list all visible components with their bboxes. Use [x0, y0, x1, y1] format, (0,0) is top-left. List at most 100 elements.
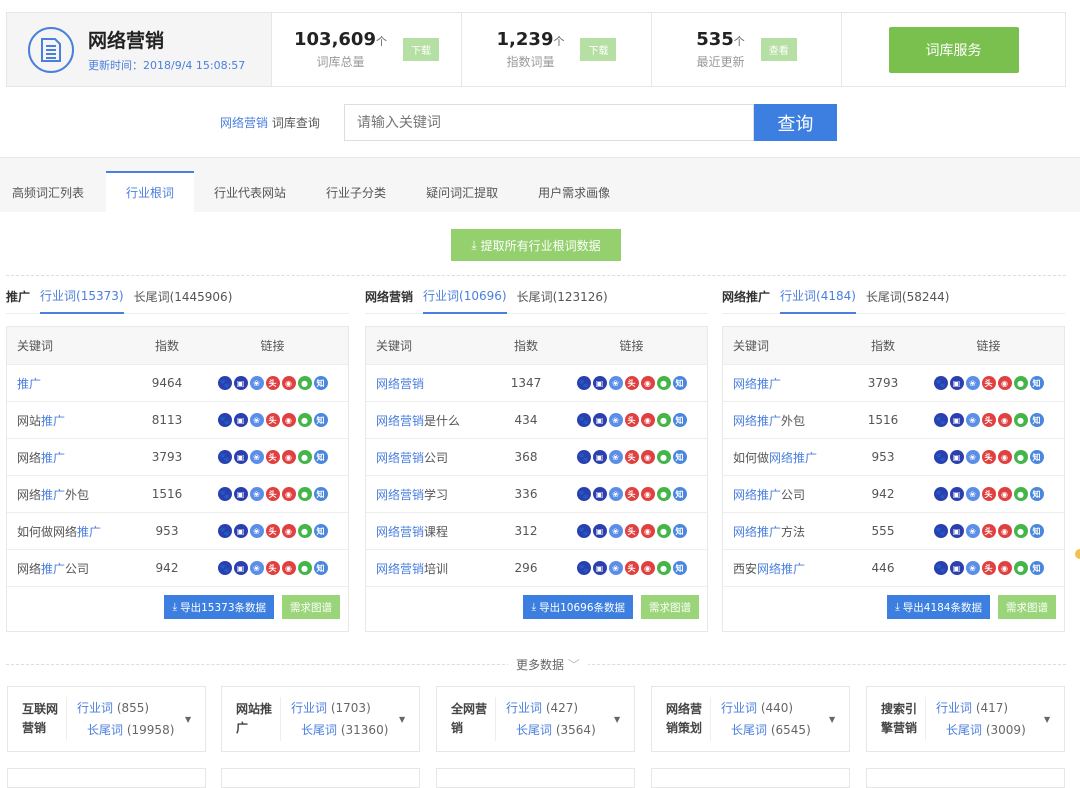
360-icon[interactable]: ❀ [608, 561, 623, 575]
wechat-icon[interactable]: ● [297, 561, 312, 575]
mobile-icon[interactable]: ▣ [592, 450, 607, 464]
baidu-icon[interactable]: 🐾 [217, 561, 232, 575]
card-longtail-link[interactable]: 长尾词 (3009) [936, 719, 1044, 741]
wechat-icon[interactable]: ● [297, 413, 312, 427]
toutiao-icon[interactable]: 头 [981, 524, 996, 538]
related-word-card[interactable]: 互联网营销 行业词 (855) 长尾词 (19958) ▼ [7, 686, 206, 752]
related-word-card[interactable]: 搜索引擎营销 行业词 (417) 长尾词 (3009) ▼ [866, 686, 1065, 752]
360-icon[interactable]: ❀ [608, 487, 623, 501]
related-word-card[interactable] [866, 768, 1065, 788]
keyword-link[interactable]: 网络营销学习 [366, 486, 496, 503]
extract-all-button[interactable]: ⤓ 提取所有行业根词数据 [451, 229, 621, 261]
zhihu-icon[interactable]: 知 [672, 524, 687, 538]
industry-words-tab[interactable]: 行业词(4184) [780, 280, 856, 314]
baidu-icon[interactable]: 🐾 [217, 524, 232, 538]
360-icon[interactable]: ❀ [965, 487, 980, 501]
export-button[interactable]: ⤓ 导出4184条数据 [887, 595, 990, 619]
baidu-icon[interactable]: 🐾 [933, 450, 948, 464]
baidu-icon[interactable]: 🐾 [933, 487, 948, 501]
toutiao-icon[interactable]: 头 [981, 487, 996, 501]
zhihu-icon[interactable]: 知 [313, 561, 328, 575]
toutiao-icon[interactable]: 头 [265, 561, 280, 575]
baidu-icon[interactable]: 🐾 [576, 561, 591, 575]
wechat-icon[interactable]: ● [656, 487, 671, 501]
weibo-icon[interactable]: ◉ [640, 524, 655, 538]
baidu-icon[interactable]: 🐾 [933, 413, 948, 427]
card-longtail-link[interactable]: 长尾词 (31360) [291, 719, 399, 741]
weibo-icon[interactable]: ◉ [997, 487, 1012, 501]
wechat-icon[interactable]: ● [656, 376, 671, 390]
zhihu-icon[interactable]: 知 [1029, 413, 1044, 427]
keyword-link[interactable]: 如何做网络推广 [7, 523, 137, 540]
related-word-card[interactable] [7, 768, 206, 788]
card-longtail-link[interactable]: 长尾词 (19958) [77, 719, 185, 741]
wechat-icon[interactable]: ● [1013, 376, 1028, 390]
download-button[interactable]: 下载 [402, 38, 439, 61]
related-word-card[interactable] [651, 768, 850, 788]
360-icon[interactable]: ❀ [249, 376, 264, 390]
mobile-icon[interactable]: ▣ [592, 524, 607, 538]
baidu-icon[interactable]: 🐾 [933, 524, 948, 538]
keyword-link[interactable]: 网络营销课程 [366, 523, 496, 540]
tab-user-persona[interactable]: 用户需求画像 [518, 172, 630, 212]
360-icon[interactable]: ❀ [965, 450, 980, 464]
zhihu-icon[interactable]: 知 [672, 487, 687, 501]
weibo-icon[interactable]: ◉ [997, 376, 1012, 390]
toutiao-icon[interactable]: 头 [981, 561, 996, 575]
keyword-link[interactable]: 网络推广方法 [723, 523, 853, 540]
keyword-link[interactable]: 推广 [7, 375, 137, 392]
keyword-link[interactable]: 网站推广 [7, 412, 137, 429]
360-icon[interactable]: ❀ [249, 524, 264, 538]
toutiao-icon[interactable]: 头 [265, 487, 280, 501]
360-icon[interactable]: ❀ [608, 524, 623, 538]
weibo-icon[interactable]: ◉ [640, 487, 655, 501]
demand-map-button[interactable]: 需求图谱 [282, 595, 340, 619]
weibo-icon[interactable]: ◉ [281, 524, 296, 538]
card-industry-link[interactable]: 行业词 (855) [77, 697, 185, 719]
wechat-icon[interactable]: ● [1013, 413, 1028, 427]
mobile-icon[interactable]: ▣ [949, 450, 964, 464]
tab-high-frequency[interactable]: 高频词汇列表 [0, 172, 104, 212]
related-word-card[interactable] [221, 768, 420, 788]
card-longtail-link[interactable]: 长尾词 (6545) [721, 719, 829, 741]
toutiao-icon[interactable]: 头 [624, 524, 639, 538]
wechat-icon[interactable]: ● [656, 524, 671, 538]
wechat-icon[interactable]: ● [656, 450, 671, 464]
view-button[interactable]: 查看 [760, 38, 797, 61]
keyword-link[interactable]: 网络营销是什么 [366, 412, 496, 429]
download-button[interactable]: 下载 [580, 38, 617, 61]
mobile-icon[interactable]: ▣ [949, 487, 964, 501]
baidu-icon[interactable]: 🐾 [576, 487, 591, 501]
query-keyword[interactable]: 网络营销 [220, 116, 268, 130]
weibo-icon[interactable]: ◉ [640, 413, 655, 427]
baidu-icon[interactable]: 🐾 [576, 524, 591, 538]
keyword-link[interactable]: 西安网络推广 [723, 560, 853, 577]
floating-widget[interactable] [1075, 549, 1080, 559]
mobile-icon[interactable]: ▣ [949, 524, 964, 538]
baidu-icon[interactable]: 🐾 [217, 450, 232, 464]
wechat-icon[interactable]: ● [297, 450, 312, 464]
toutiao-icon[interactable]: 头 [624, 450, 639, 464]
mobile-icon[interactable]: ▣ [233, 487, 248, 501]
weibo-icon[interactable]: ◉ [997, 413, 1012, 427]
zhihu-icon[interactable]: 知 [313, 487, 328, 501]
weibo-icon[interactable]: ◉ [281, 413, 296, 427]
360-icon[interactable]: ❀ [965, 376, 980, 390]
export-button[interactable]: ⤓ 导出10696条数据 [523, 595, 633, 619]
keyword-link[interactable]: 网络推广 [7, 449, 137, 466]
zhihu-icon[interactable]: 知 [672, 450, 687, 464]
360-icon[interactable]: ❀ [608, 413, 623, 427]
mobile-icon[interactable]: ▣ [233, 561, 248, 575]
keyword-link[interactable]: 如何做网络推广 [723, 449, 853, 466]
360-icon[interactable]: ❀ [608, 376, 623, 390]
toutiao-icon[interactable]: 头 [265, 376, 280, 390]
demand-map-button[interactable]: 需求图谱 [998, 595, 1056, 619]
mobile-icon[interactable]: ▣ [592, 487, 607, 501]
wechat-icon[interactable]: ● [1013, 561, 1028, 575]
baidu-icon[interactable]: 🐾 [217, 487, 232, 501]
industry-words-tab[interactable]: 行业词(15373) [40, 280, 124, 314]
zhihu-icon[interactable]: 知 [313, 376, 328, 390]
mobile-icon[interactable]: ▣ [949, 376, 964, 390]
wechat-icon[interactable]: ● [1013, 524, 1028, 538]
card-industry-link[interactable]: 行业词 (417) [936, 697, 1044, 719]
